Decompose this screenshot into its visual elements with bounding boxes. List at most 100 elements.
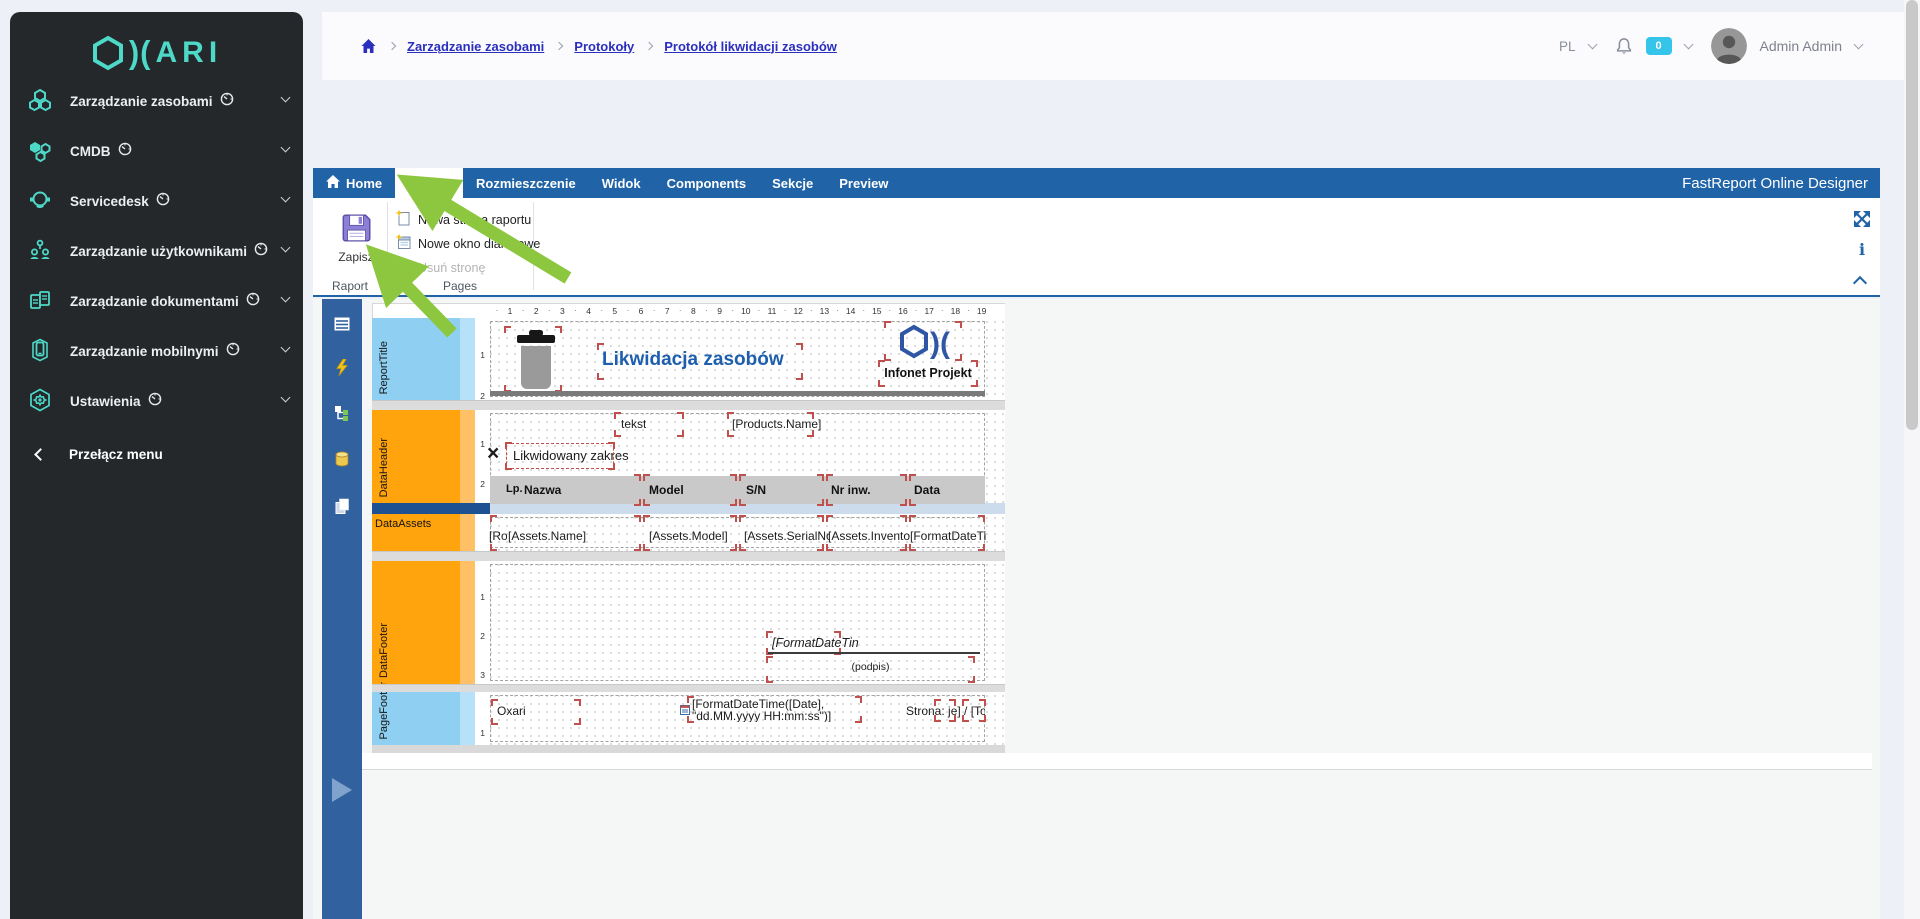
sidebar-item-zarz-dzanie-u-ytkownikami[interactable]: Zarządzanie użytkownikami: [10, 226, 303, 274]
tab-preview[interactable]: Preview: [826, 168, 901, 198]
header-text-element[interactable]: tekst: [621, 417, 646, 431]
band-header-dataheader[interactable]: DataHeader: [372, 410, 460, 503]
band-header-pagefooter[interactable]: PageFooter: [372, 692, 460, 745]
group-label-raport: Raport: [313, 279, 387, 293]
ruler-number: 16: [898, 306, 907, 316]
table-data-cell[interactable]: [Rov: [489, 529, 507, 543]
sidebar-collapse-toggle[interactable]: Przełącz menu: [10, 430, 303, 478]
menu-item-label: Nowe okno dialogowe: [418, 237, 540, 251]
sidebar-item-ustawienia[interactable]: Ustawienia: [10, 376, 303, 424]
bell-icon[interactable]: [1615, 37, 1633, 56]
notification-caret-icon[interactable]: [1683, 39, 1693, 49]
notification-badge[interactable]: 0: [1646, 37, 1672, 55]
sidebar-item-label: Servicedesk: [70, 192, 170, 209]
breadcrumb-link[interactable]: Zarządzanie zasobami: [407, 39, 544, 54]
ribbon-tab-bar: HomeRaportRozmieszczenie Widok ComponentsS…: [313, 168, 1880, 198]
column-mark: [909, 499, 916, 506]
gauge-icon: [246, 292, 260, 309]
oxari-logo-hexagon: [91, 35, 125, 71]
table-data-cell[interactable]: [Assets.InventoryNo: [828, 529, 910, 543]
language-caret-icon[interactable]: [1587, 39, 1597, 49]
breadcrumb-link[interactable]: Protokół likwidacji zasobów: [664, 39, 837, 54]
tab-rozmieszczenie[interactable]: Rozmieszczenie: [463, 168, 589, 198]
column-mark: [643, 544, 650, 551]
tab-widok[interactable]: Widok: [589, 168, 654, 198]
home-icon[interactable]: [360, 38, 377, 54]
tab-label: Preview: [839, 176, 888, 191]
table-data-cell[interactable]: [Assets.Name]: [508, 529, 638, 543]
data-source-icon[interactable]: [334, 451, 350, 472]
user-name[interactable]: Admin Admin: [1760, 38, 1842, 54]
logo-caption-text[interactable]: Infonet Projekt: [880, 366, 976, 380]
collapse-ribbon-icon[interactable]: [1855, 278, 1865, 288]
sidebar-item-cmdb[interactable]: CMDB: [10, 126, 303, 174]
chevron-down-icon: [281, 293, 291, 303]
breadcrumb-link[interactable]: Protokoły: [574, 39, 634, 54]
tab-raport[interactable]: Raport: [395, 168, 463, 198]
breadcrumb-separator-icon: [388, 42, 396, 50]
ruler-number: 1: [480, 728, 485, 738]
pagefooter-date-field[interactable]: [FormatDateTime([Date], "dd.MM.yyyy HH:m…: [692, 698, 862, 722]
table-header-cell: Model: [649, 483, 684, 497]
band-header-datafooter[interactable]: DataFooter: [372, 561, 460, 684]
info-icon[interactable]: i: [1859, 243, 1865, 257]
sidebar-item-zarz-dzanie-mobilnymi[interactable]: Zarządzanie mobilnymi: [10, 326, 303, 374]
selection-corner-mark: [574, 718, 581, 725]
events-icon[interactable]: [334, 359, 350, 381]
ribbon-brand-title: FastReport Online Designer: [1682, 168, 1880, 198]
pagefooter-page-number[interactable]: Strona: je] / [Tot: [906, 704, 985, 718]
ruler-dot: ·: [495, 305, 498, 315]
tab-sekcje[interactable]: Sekcje: [759, 168, 826, 198]
menu-item-nowa-strona-raportu[interactable]: Nowa strona raportu: [395, 209, 531, 231]
workspace-bottom-bar[interactable]: [362, 753, 1872, 770]
mobile-icon: [10, 338, 70, 362]
selected-band-splitter[interactable]: [372, 503, 490, 514]
sidebar-item-zarz-dzanie-zasobami[interactable]: Zarządzanie zasobami: [10, 76, 303, 124]
band-header-dataassets[interactable]: DataAssets: [372, 514, 460, 551]
selection-corner-mark: [878, 380, 885, 387]
table-data-cell[interactable]: [FormatDateTime: [910, 529, 986, 543]
signature-caption[interactable]: (podpis): [768, 661, 973, 673]
column-mark: [643, 499, 650, 506]
language-selector[interactable]: PL: [1559, 39, 1576, 54]
avatar[interactable]: [1711, 28, 1747, 64]
tab-components[interactable]: Components: [654, 168, 759, 198]
preview-play-icon[interactable]: [330, 777, 354, 808]
page-scrollbar[interactable]: [1904, 0, 1920, 919]
floppy-disk-icon: [338, 210, 374, 246]
selection-corner-mark: [807, 430, 814, 437]
column-mark: [730, 515, 737, 522]
footer-date-field[interactable]: [FormatDateTin: [772, 636, 859, 650]
tab-label: Widok: [602, 176, 641, 191]
table-data-cell[interactable]: [Assets.Model]: [649, 529, 739, 543]
save-button[interactable]: Zapisz: [325, 210, 387, 272]
band-header-reporttitle[interactable]: ReportTitle: [372, 318, 460, 400]
band-subcolumn: [460, 410, 475, 503]
pagefooter-left-text[interactable]: Oxari: [497, 704, 526, 718]
sidebar-item-zarz-dzanie-dokumentami[interactable]: Zarządzanie dokumentami: [10, 276, 303, 324]
copy-pages-icon[interactable]: [334, 498, 350, 519]
report-tree-icon[interactable]: [334, 317, 350, 336]
products-name-field[interactable]: [Products.Name]: [732, 417, 821, 431]
column-mark: [739, 499, 746, 506]
user-caret-icon[interactable]: [1854, 39, 1864, 49]
selection-corner-mark: [504, 326, 511, 333]
no-image-icon[interactable]: ×: [487, 445, 499, 463]
selection-corner-mark: [884, 354, 891, 361]
ruler-number: 11: [768, 306, 777, 316]
report-title-text[interactable]: Likwidacja zasobów: [602, 349, 784, 371]
structure-tree-icon[interactable]: [334, 405, 350, 426]
table-data-cell[interactable]: [Assets.SerialNo]: [744, 529, 829, 543]
selection-corner-mark: [677, 430, 684, 437]
ox-logo-icon[interactable]: )(: [899, 323, 961, 366]
menu-item-nowe-okno-dialogowe[interactable]: Nowe okno dialogowe: [395, 233, 540, 255]
sidebar-item-servicedesk[interactable]: Servicedesk: [10, 176, 303, 224]
tab-home[interactable]: Home: [313, 168, 395, 198]
fullscreen-icon[interactable]: [1853, 210, 1871, 233]
selection-corner-mark: [677, 412, 684, 419]
scrollbar-thumb[interactable]: [1906, 0, 1918, 430]
selection-corner-mark: [597, 343, 604, 350]
sidebar: )( ARI Zarządzanie zasobamiCMDBServicede…: [10, 12, 303, 919]
ruler-number: 8: [691, 306, 696, 316]
band-subcolumn: [460, 318, 475, 400]
